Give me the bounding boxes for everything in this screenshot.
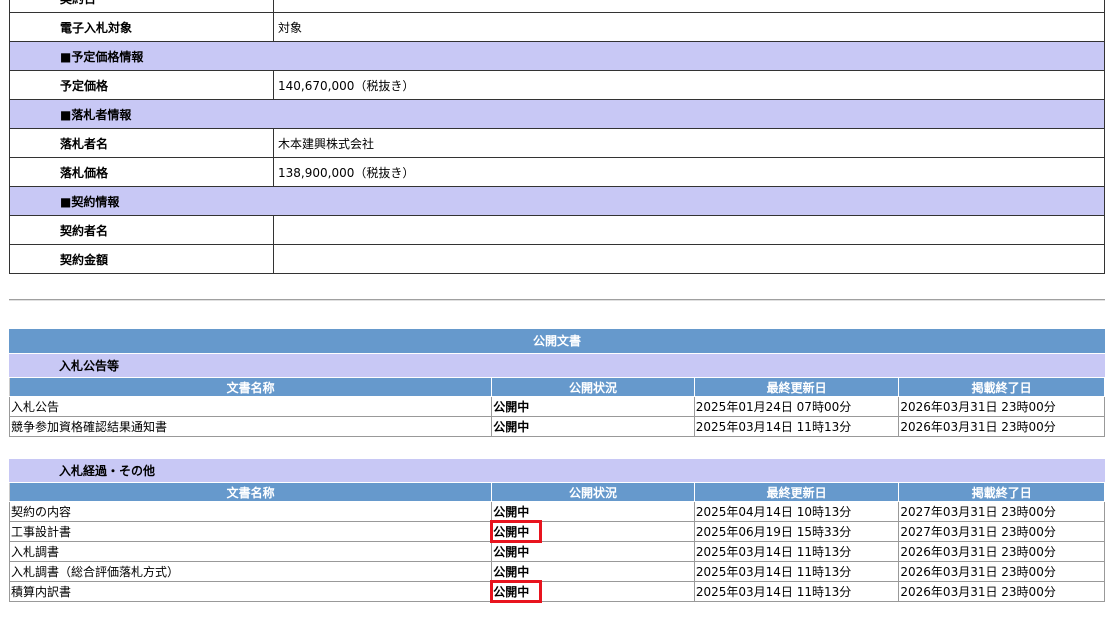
group-title-bid-progress: 入札経過・その他	[9, 459, 1105, 483]
end-cell: 2026年03月31日 23時00分	[898, 561, 1105, 582]
col-end: 掲載終了日	[898, 482, 1105, 502]
divider	[9, 299, 1105, 301]
contractor-value	[273, 215, 1105, 245]
table-row: 入札公告 公開中 2025年01月24日 07時00分 2026年03月31日 …	[8, 396, 1105, 417]
end-cell: 2027年03月31日 23時00分	[898, 501, 1105, 522]
status-cell: 公開中	[491, 396, 695, 417]
section-winner: ■落札者情報	[9, 99, 1105, 129]
end-cell: 2027年03月31日 23時00分	[898, 521, 1105, 542]
contract-amount-value	[273, 244, 1105, 274]
bid-info-table: 契約日 電子入札対象対象 ■予定価格情報 予定価格140,670,000（税抜き…	[9, 0, 1105, 274]
updated-cell: 2025年06月19日 15時33分	[693, 521, 900, 542]
planned-price-label: 予定価格	[9, 70, 274, 100]
table-row: 入札調書 公開中 2025年03月14日 11時13分 2026年03月31日 …	[8, 541, 1105, 562]
col-doc-name: 文書名称	[8, 377, 493, 397]
doc-name-link[interactable]: 契約の内容	[8, 501, 493, 522]
col-doc-name: 文書名称	[8, 482, 493, 502]
group-title-bid-notice: 入札公告等	[9, 354, 1105, 378]
table-row: 入札調書（総合評価落札方式） 公開中 2025年03月14日 11時13分 20…	[8, 561, 1105, 582]
electronic-bid-label: 電子入札対象	[9, 12, 274, 42]
updated-cell: 2025年03月14日 11時13分	[693, 581, 900, 602]
status-highlight-box: 公開中	[490, 520, 543, 543]
contract-date-label: 契約日	[9, 0, 274, 13]
public-docs-title: 公開文書	[9, 329, 1105, 353]
winner-name-label: 落札者名	[9, 128, 274, 158]
end-cell: 2026年03月31日 23時00分	[898, 581, 1105, 602]
table-row: 契約の内容 公開中 2025年04月14日 10時13分 2027年03月31日…	[8, 501, 1105, 522]
end-cell: 2026年03月31日 23時00分	[898, 416, 1105, 437]
status-cell: 公開中	[491, 561, 695, 582]
updated-cell: 2025年01月24日 07時00分	[693, 396, 900, 417]
col-updated: 最終更新日	[693, 482, 900, 502]
doc-name-link[interactable]: 工事設計書	[8, 521, 493, 542]
status-cell: 公開中	[491, 541, 695, 562]
contractor-label: 契約者名	[9, 215, 274, 245]
info-row-contract-date: 契約日	[9, 0, 1105, 13]
table-row: 積算内訳書 公開中 2025年03月14日 11時13分 2026年03月31日…	[8, 580, 1105, 603]
winning-price-value: 138,900,000（税抜き）	[273, 157, 1105, 187]
col-status: 公開状況	[491, 482, 695, 502]
table-row: 工事設計書 公開中 2025年06月19日 15時33分 2027年03月31日…	[8, 520, 1105, 543]
doc-name-link[interactable]: 入札調書	[8, 541, 493, 562]
planned-price-value: 140,670,000（税抜き）	[273, 70, 1105, 100]
updated-cell: 2025年03月14日 11時13分	[693, 561, 900, 582]
col-end: 掲載終了日	[898, 377, 1105, 397]
updated-cell: 2025年04月14日 10時13分	[693, 501, 900, 522]
updated-cell: 2025年03月14日 11時13分	[693, 541, 900, 562]
col-updated: 最終更新日	[693, 377, 900, 397]
doc-name-link[interactable]: 入札調書（総合評価落札方式）	[8, 561, 493, 582]
section-planned-price: ■予定価格情報	[9, 41, 1105, 71]
info-row-electronic-bid: 電子入札対象 対象	[9, 12, 1105, 42]
doc-name-link[interactable]: 競争参加資格確認結果通知書	[8, 416, 493, 437]
status-cell: 公開中	[491, 416, 695, 437]
status-highlight-box: 公開中	[490, 580, 543, 603]
doc-name-link[interactable]: 積算内訳書	[8, 581, 493, 602]
winning-price-label: 落札価格	[9, 157, 274, 187]
electronic-bid-value: 対象	[273, 12, 1105, 42]
table-row: 競争参加資格確認結果通知書 公開中 2025年03月14日 11時13分 202…	[8, 416, 1105, 437]
end-cell: 2026年03月31日 23時00分	[898, 396, 1105, 417]
col-status: 公開状況	[491, 377, 695, 397]
status-cell: 公開中	[490, 520, 695, 543]
doc-table-bid-notice: 文書名称 公開状況 最終更新日 掲載終了日 入札公告 公開中 2025年01月2…	[8, 377, 1105, 437]
end-cell: 2026年03月31日 23時00分	[898, 541, 1105, 562]
contract-amount-label: 契約金額	[9, 244, 274, 274]
status-cell: 公開中	[491, 501, 695, 522]
updated-cell: 2025年03月14日 11時13分	[693, 416, 900, 437]
doc-name-link[interactable]: 入札公告	[8, 396, 493, 417]
doc-table-bid-progress: 文書名称 公開状況 最終更新日 掲載終了日 契約の内容 公開中 2025年04月…	[8, 482, 1105, 603]
status-cell: 公開中	[490, 580, 695, 603]
section-contract: ■契約情報	[9, 186, 1105, 216]
winner-name-value: 木本建興株式会社	[273, 128, 1105, 158]
